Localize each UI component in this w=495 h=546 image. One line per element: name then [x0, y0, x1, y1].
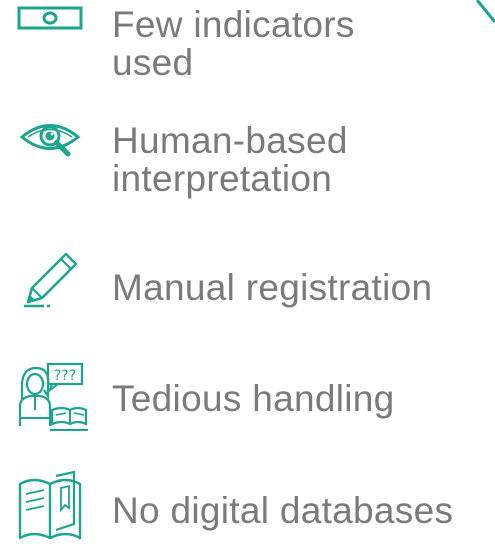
- open-book-icon: [14, 468, 88, 542]
- item-label: Human-based interpretation: [112, 120, 348, 199]
- list-item-tedious-handling: ??? Tedious handling: [0, 358, 495, 438]
- item-label: No digital databases: [112, 490, 454, 531]
- feature-list: Few indicators used Human-based interpre…: [0, 0, 495, 546]
- item-label: Tedious handling: [112, 378, 395, 419]
- pencil-icon: [14, 246, 88, 320]
- item-label: Manual registration: [112, 267, 433, 308]
- list-item-no-digital-databases: No digital databases: [0, 468, 495, 546]
- confused-person-icon: ???: [14, 360, 88, 434]
- svg-text:???: ???: [54, 368, 76, 384]
- item-label: Few indicators used: [112, 4, 355, 83]
- list-item-few-indicators: Few indicators used: [0, 0, 495, 90]
- list-item-manual-registration: Manual registration: [0, 246, 495, 326]
- list-item-human-interpretation: Human-based interpretation: [0, 112, 495, 202]
- banknote-icon: [14, 0, 88, 62]
- eye-magnifier-icon: [14, 104, 88, 178]
